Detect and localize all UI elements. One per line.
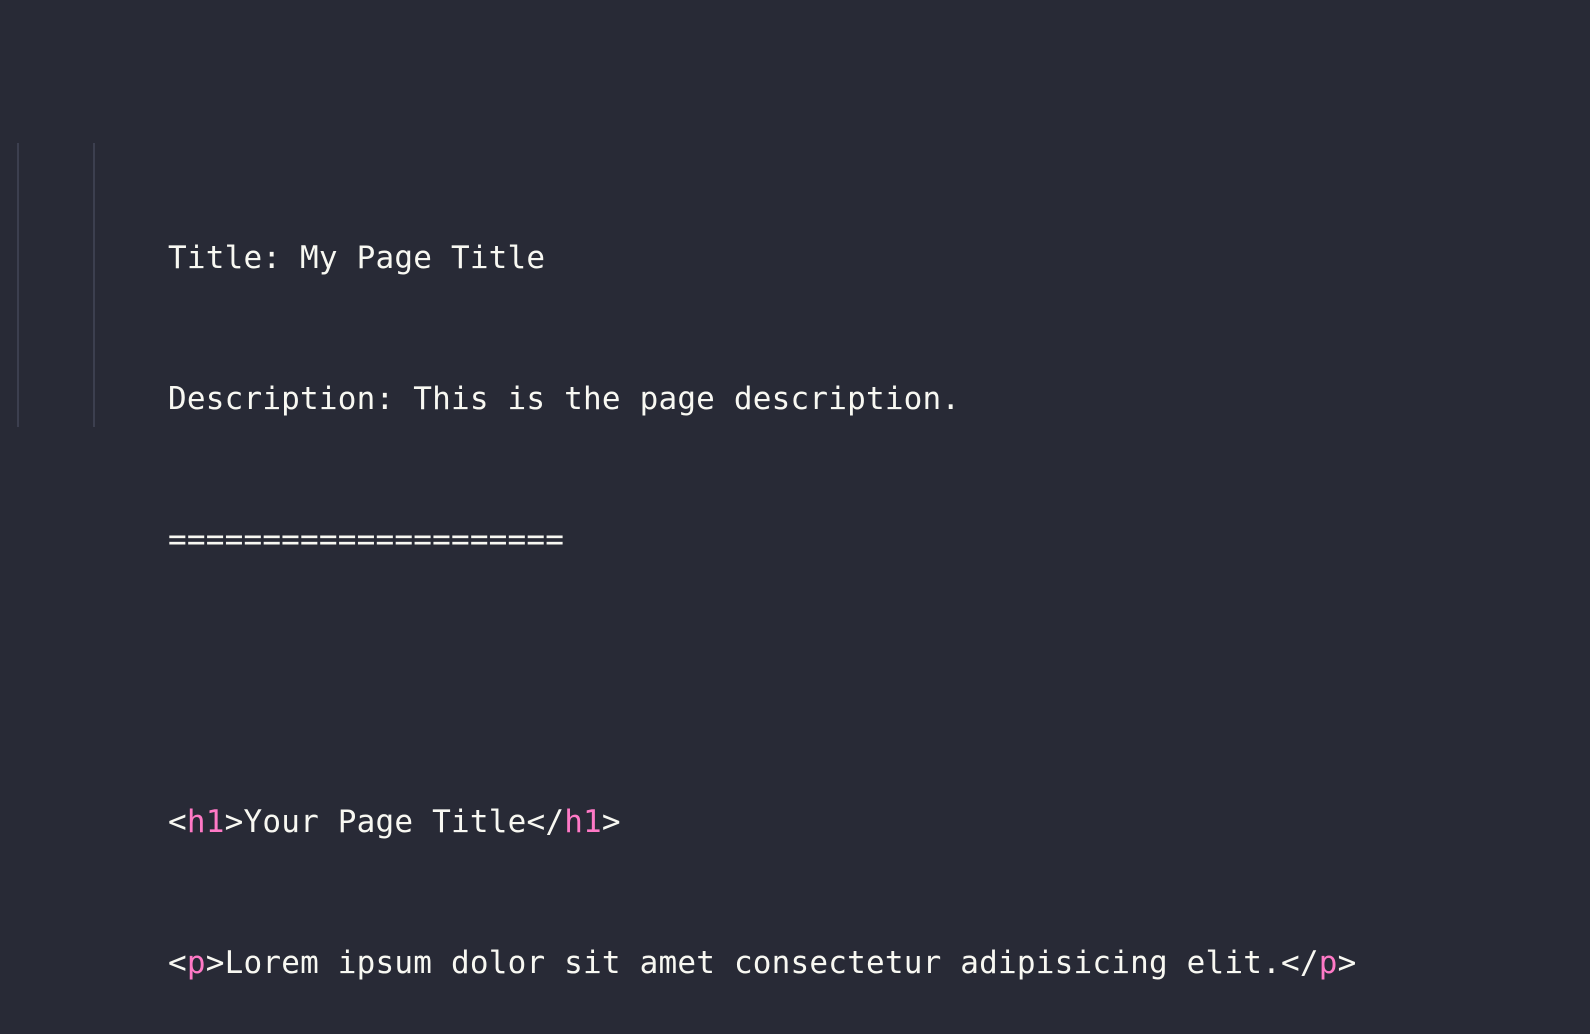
code-line-separator: ===================== [168,522,565,558]
closing-tag-close-bracket: > [601,804,621,840]
code-line-h1: <h1>Your Page Title</h1> [168,799,1356,846]
closing-tag-close-bracket: > [1337,945,1357,981]
code-line-p: <p>Lorem ipsum dolor sit amet consectetu… [168,940,1356,987]
p-content: Lorem ipsum dolor sit amet consectetur a… [224,945,1281,981]
tag-close-bracket: > [205,945,225,981]
code-line-description: Description: This is the page descriptio… [168,381,961,417]
closing-tag-name-p: p [1318,945,1338,981]
tag-open-bracket: < [168,945,187,981]
indent-guide [17,143,19,427]
code-line-title: Title: My Page Title [168,240,546,276]
tag-open-bracket: < [168,804,187,840]
closing-tag-open-bracket: </ [1281,945,1319,981]
h1-content: Your Page Title [243,804,527,840]
tag-close-bracket: > [224,804,244,840]
closing-tag-name-h1: h1 [564,804,602,840]
closing-tag-open-bracket: </ [526,804,565,840]
tag-name-h1: h1 [186,804,225,840]
code-line-empty [168,658,1356,705]
code-block: Title: My Page Title Description: This i… [168,141,1356,1034]
tag-name-p: p [186,945,206,981]
indent-guide [93,143,95,427]
